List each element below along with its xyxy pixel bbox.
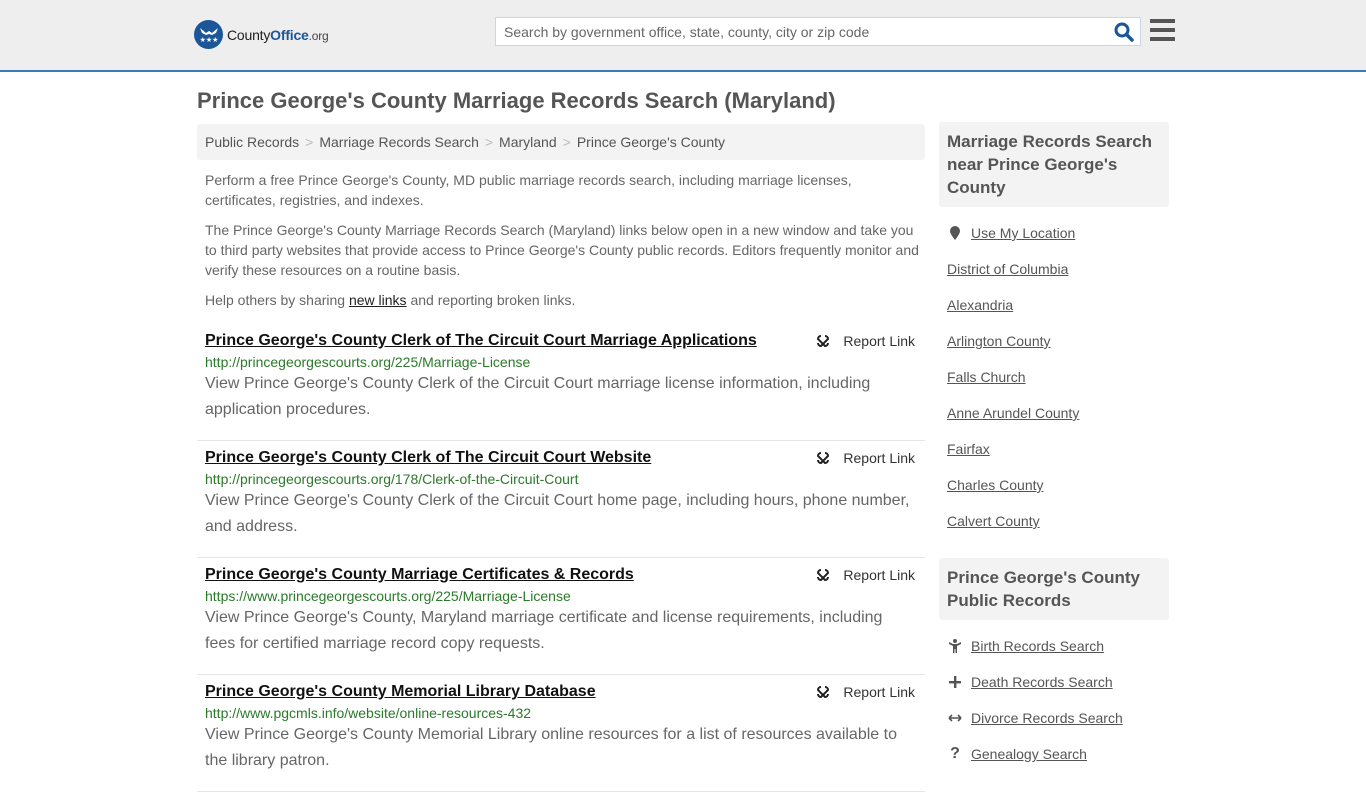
breadcrumb-public-records[interactable]: Public Records	[205, 134, 299, 150]
broken-link-icon	[817, 686, 830, 699]
breadcrumb-maryland[interactable]: Maryland	[499, 134, 557, 150]
nearby-item: Fairfax	[947, 431, 1161, 467]
map-marker-icon	[947, 226, 963, 240]
result-title-link[interactable]: Prince George's County Clerk of The Circ…	[205, 332, 917, 350]
search-input[interactable]	[496, 18, 1096, 45]
report-link-button[interactable]: Report Link	[815, 684, 915, 700]
eagle-stars-icon: ★★★	[194, 20, 223, 49]
result-url: https://www.princegeorgescourts.org/225/…	[205, 588, 571, 604]
search-box	[495, 17, 1141, 46]
question-icon: ?	[950, 745, 960, 762]
result-description: View Prince George's County Memorial Lib…	[205, 726, 897, 769]
breadcrumb-separator: >	[562, 134, 571, 150]
report-link-label: Report Link	[843, 450, 915, 466]
breadcrumb: Public Records > Marriage Records Search > M…	[197, 124, 925, 160]
intro-paragraph: Perform a free Prince George's County, M…	[205, 172, 852, 208]
result-title-link[interactable]: Prince George's County Memorial Library …	[205, 683, 917, 701]
result-item: Prince George's County Clerk of The Circ…	[197, 324, 925, 441]
search-button[interactable]	[1114, 22, 1134, 42]
page-title: Prince George's County Marriage Records …	[197, 88, 836, 113]
result-description: View Prince George's County Clerk of the…	[205, 492, 910, 535]
site-header: ★★★ CountyOffice.org	[0, 0, 1366, 72]
divorce-records-link[interactable]: Divorce Records Search	[971, 710, 1123, 726]
result-url: http://www.pgcmls.info/website/online-re…	[205, 705, 532, 721]
nearby-item: Falls Church	[947, 359, 1161, 395]
result-title-link[interactable]: Prince George's County Marriage Certific…	[205, 566, 917, 584]
report-link-label: Report Link	[843, 684, 915, 700]
nearby-link[interactable]: Falls Church	[947, 369, 1026, 385]
nearby-item: Anne Arundel County	[947, 395, 1161, 431]
nearby-link[interactable]: Charles County	[947, 477, 1044, 493]
death-records-link[interactable]: Death Records Search	[971, 674, 1113, 690]
use-location-link[interactable]: Use My Location	[971, 225, 1075, 241]
use-location-item: Use My Location	[947, 215, 1161, 251]
nearby-item: Alexandria	[947, 287, 1161, 323]
nearby-heading: Marriage Records Search near Prince Geor…	[939, 122, 1169, 207]
result-item: Prince George's County Memorial Library …	[197, 675, 925, 792]
help-paragraph: Help others by sharing new links and rep…	[205, 290, 920, 310]
nearby-link[interactable]: Alexandria	[947, 297, 1013, 313]
public-records-list: Birth Records Search Death Records Searc…	[939, 628, 1169, 772]
report-link-button[interactable]: Report Link	[815, 567, 915, 583]
disclaimer-paragraph: The Prince George's County Marriage Reco…	[205, 222, 919, 278]
plus-icon	[947, 676, 963, 688]
breadcrumb-separator: >	[484, 134, 494, 150]
broken-link-icon	[817, 569, 830, 582]
result-description: View Prince George's County, Maryland ma…	[205, 609, 883, 652]
logo[interactable]: ★★★ CountyOffice.org	[194, 20, 329, 49]
broken-link-icon	[817, 452, 830, 465]
breadcrumb-marriage-records[interactable]: Marriage Records Search	[319, 134, 479, 150]
child-icon	[947, 639, 963, 653]
nearby-item: Calvert County	[947, 503, 1161, 539]
nearby-link[interactable]: Anne Arundel County	[947, 405, 1079, 421]
public-records-heading: Prince George's County Public Records	[939, 558, 1169, 620]
logo-text: CountyOffice.org	[227, 26, 329, 43]
breadcrumb-county[interactable]: Prince George's County	[577, 134, 725, 150]
nearby-item: District of Columbia	[947, 251, 1161, 287]
search-icon	[1114, 22, 1134, 42]
hamburger-menu-icon[interactable]	[1150, 19, 1175, 41]
help-text: and reporting broken links.	[406, 292, 576, 308]
svg-text:★★★: ★★★	[199, 36, 218, 44]
results-list: Prince George's County Clerk of The Circ…	[197, 324, 925, 792]
result-url: http://princegeorgescourts.org/178/Clerk…	[205, 471, 579, 487]
help-text: Help others by sharing	[205, 292, 349, 308]
birth-records-link[interactable]: Birth Records Search	[971, 638, 1104, 654]
nearby-link[interactable]: Arlington County	[947, 333, 1051, 349]
result-url: http://princegeorgescourts.org/225/Marri…	[205, 354, 531, 370]
new-links-link[interactable]: new links	[349, 292, 407, 308]
breadcrumb-separator: >	[305, 134, 314, 150]
public-record-item: ? Genealogy Search	[947, 736, 1161, 772]
result-item: Prince George's County Clerk of The Circ…	[197, 441, 925, 558]
nearby-item: Arlington County	[947, 323, 1161, 359]
result-title-link[interactable]: Prince George's County Clerk of The Circ…	[205, 449, 917, 467]
sidebar: Marriage Records Search near Prince Geor…	[939, 122, 1169, 772]
public-record-item: Divorce Records Search	[947, 700, 1161, 736]
nearby-list: Use My Location District of Columbia Ale…	[939, 215, 1169, 539]
report-link-button[interactable]: Report Link	[815, 333, 915, 349]
genealogy-link[interactable]: Genealogy Search	[971, 746, 1087, 762]
public-record-item: Birth Records Search	[947, 628, 1161, 664]
arrows-horizontal-icon	[947, 713, 963, 723]
nearby-link[interactable]: Calvert County	[947, 513, 1040, 529]
nearby-item: Charles County	[947, 467, 1161, 503]
public-record-item: Death Records Search	[947, 664, 1161, 700]
result-item: Prince George's County Marriage Certific…	[197, 558, 925, 675]
nearby-link[interactable]: Fairfax	[947, 441, 990, 457]
nearby-link[interactable]: District of Columbia	[947, 261, 1068, 277]
report-link-button[interactable]: Report Link	[815, 450, 915, 466]
result-description: View Prince George's County Clerk of the…	[205, 375, 871, 418]
report-link-label: Report Link	[843, 333, 915, 349]
broken-link-icon	[817, 335, 830, 348]
report-link-label: Report Link	[843, 567, 915, 583]
